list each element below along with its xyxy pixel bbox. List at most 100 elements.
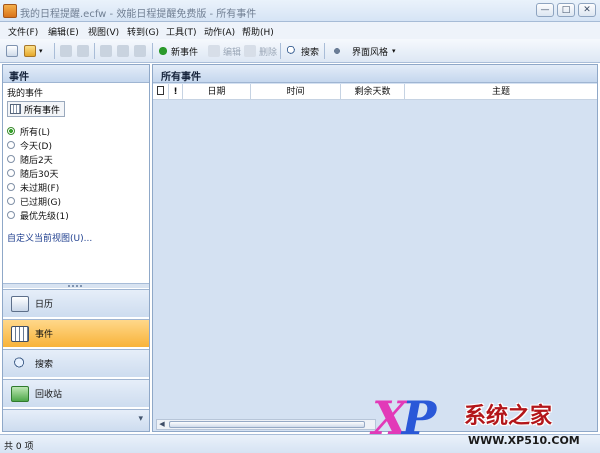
document-icon [157, 86, 164, 95]
filter-next-2-days[interactable]: 随后2天 [7, 153, 53, 166]
my-events-label: 我的事件 [7, 89, 44, 99]
custom-view-link[interactable]: 自定义当前视图(U)... [7, 231, 92, 244]
delete-label: 删除 [259, 47, 278, 58]
toolbar-separator [94, 43, 95, 59]
title-bar: 我的日程提醒.ecfw - 效能日程提醒免费版 - 所有事件 — □ ✕ [0, 0, 600, 22]
all-events-button[interactable]: 所有事件 [7, 101, 65, 117]
complete-button[interactable] [117, 44, 132, 58]
plus-icon [158, 46, 168, 56]
column-subject[interactable]: 主题 [405, 84, 597, 100]
left-panel-title: 事件 [3, 65, 149, 83]
app-icon [3, 4, 17, 18]
column-days-remaining[interactable]: 剩余天数 [341, 84, 405, 100]
open-file-button[interactable]: ▾ [24, 44, 43, 58]
menu-tools[interactable]: 工具(T) [166, 25, 197, 38]
nav-label: 日历 [35, 300, 54, 310]
events-view: 所有事件 ! 日期 时间 剩余天数 主题 ◀ [152, 64, 598, 432]
menu-actions[interactable]: 动作(A) [204, 25, 235, 38]
radio-icon [7, 197, 15, 205]
filter-label: 已过期(G) [20, 197, 61, 208]
column-time[interactable]: 时间 [251, 84, 341, 100]
watermark-url: WWW.XP510.COM [468, 434, 580, 447]
new-document-icon [6, 45, 18, 57]
print-icon [134, 45, 146, 57]
palette-icon [331, 45, 343, 57]
delete-button[interactable]: 删除 [244, 44, 277, 58]
filter-not-expired[interactable]: 未过期(F) [7, 181, 60, 194]
edit-button[interactable]: 编辑 [208, 44, 241, 58]
panel-splitter[interactable] [3, 283, 149, 288]
menu-help[interactable]: 帮助(H) [242, 25, 274, 38]
toolbar-separator [324, 43, 325, 59]
nav-calendar[interactable]: 日历 [3, 289, 149, 317]
window-title: 我的日程提醒.ecfw - 效能日程提醒免费版 - 所有事件 [20, 9, 257, 20]
column-header-row: ! 日期 时间 剩余天数 主题 [153, 84, 597, 100]
open-folder-icon [24, 45, 36, 57]
minimize-button[interactable]: — [536, 3, 554, 17]
horizontal-scrollbar[interactable]: ◀ [156, 419, 376, 430]
radio-icon [7, 155, 15, 163]
toolbar-separator [54, 43, 55, 59]
copy-icon [77, 45, 89, 57]
search-button[interactable]: 搜索 [286, 44, 319, 58]
filter-today[interactable]: 今天(D) [7, 139, 52, 152]
style-dropdown[interactable]: 界面风格 ▾ [331, 44, 396, 58]
search-icon [11, 355, 29, 372]
filter-label: 随后2天 [20, 155, 53, 166]
filter-label: 未过期(F) [20, 183, 60, 194]
scroll-thumb[interactable] [169, 421, 365, 428]
menu-view[interactable]: 视图(V) [88, 25, 119, 38]
view-title: 所有事件 [153, 65, 597, 83]
filter-expired[interactable]: 已过期(G) [7, 195, 61, 208]
recycle-bin-icon [11, 385, 29, 402]
chevron-down-icon[interactable]: ▾ [138, 414, 143, 424]
filter-all[interactable]: 所有(L) [7, 125, 51, 138]
print-button[interactable] [134, 44, 149, 58]
nav-recycle-bin[interactable]: 回收站 [3, 379, 149, 407]
filter-label: 随后30天 [20, 169, 59, 180]
left-panel: 事件 我的事件 所有事件 所有(L) 今天(D) 随后2天 随后30天 未过期(… [2, 64, 150, 432]
filter-label: 最优先级(1) [20, 211, 69, 222]
menu-edit[interactable]: 编辑(E) [48, 25, 79, 38]
nav-label: 搜索 [35, 360, 54, 370]
grid-icon [10, 104, 21, 114]
chevron-down-icon: ▾ [392, 47, 396, 55]
edit-label: 编辑 [223, 47, 242, 58]
copy-button[interactable] [77, 44, 92, 58]
search-icon [286, 45, 298, 57]
check-icon [117, 45, 129, 57]
menu-bar: 文件(F) 编辑(E) 视图(V) 转到(G) 工具(T) 动作(A) 帮助(H… [0, 22, 600, 39]
style-label: 界面风格 [352, 47, 389, 58]
nav-options-bar[interactable]: ▾ [3, 409, 149, 431]
scroll-left-icon[interactable]: ◀ [157, 420, 167, 429]
move-button[interactable] [100, 44, 115, 58]
delete-icon [244, 45, 256, 57]
pencil-icon [208, 45, 220, 57]
close-button[interactable]: ✕ [578, 3, 596, 17]
maximize-button[interactable]: □ [557, 3, 575, 17]
new-file-button[interactable] [6, 44, 21, 58]
filter-top-priority[interactable]: 最优先级(1) [7, 209, 69, 222]
new-event-label: 新事件 [171, 47, 199, 58]
cut-button[interactable] [60, 44, 75, 58]
new-event-button[interactable]: 新事件 [158, 44, 198, 58]
column-type[interactable] [153, 84, 169, 100]
nav-search[interactable]: 搜索 [3, 349, 149, 377]
radio-icon [7, 183, 15, 191]
arrow-icon [100, 45, 112, 57]
radio-icon [7, 127, 15, 135]
nav-events[interactable]: 事件 [3, 319, 149, 347]
toolbar: ▾ 新事件 编辑 删除 搜索 界面风格 ▾ [0, 39, 600, 63]
radio-icon [7, 169, 15, 177]
column-priority[interactable]: ! [169, 84, 183, 100]
menu-file[interactable]: 文件(F) [8, 25, 38, 38]
search-label: 搜索 [301, 47, 320, 58]
column-date[interactable]: 日期 [183, 84, 251, 100]
watermark-brand: 系统之家 [464, 404, 553, 429]
events-icon [11, 325, 29, 342]
chevron-down-icon: ▾ [39, 47, 43, 55]
filter-label: 所有(L) [20, 127, 51, 138]
radio-icon [7, 141, 15, 149]
filter-next-30-days[interactable]: 随后30天 [7, 167, 59, 180]
menu-go[interactable]: 转到(G) [127, 25, 159, 38]
